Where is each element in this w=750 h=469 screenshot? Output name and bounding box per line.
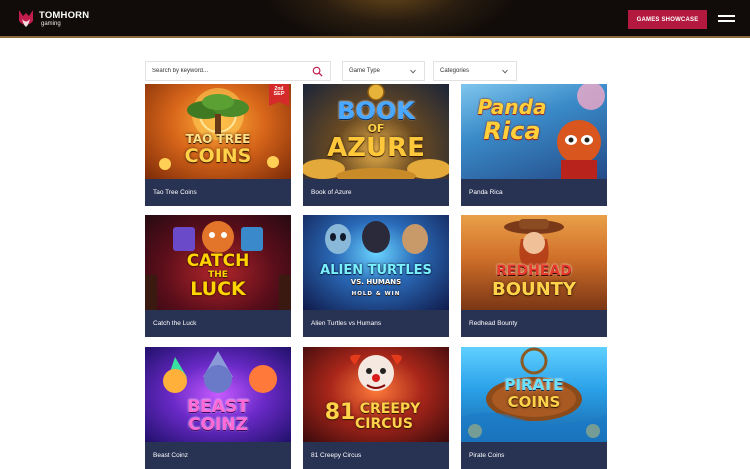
art-title-line2: Rica	[483, 117, 541, 145]
game-thumbnail: PIRATE COINS	[461, 347, 607, 442]
game-title: Alien Turtles vs Humans	[303, 310, 449, 337]
tomhorn-logo-icon	[16, 7, 36, 31]
game-thumbnail: BEAST COINZ	[145, 347, 291, 442]
site-header: TOMHORN gaming GAMES SHOWCASE	[0, 0, 750, 38]
art-title-line1: BEAST	[187, 397, 249, 417]
categories-label: Categories	[440, 68, 470, 74]
game-title: Redhead Bounty	[461, 310, 607, 337]
art-title-line1: REDHEAD	[496, 263, 572, 279]
game-thumbnail: TAO TREE COINS 2nd SEP	[145, 84, 291, 179]
game-thumbnail: 81 CREEPY CIRCUS	[303, 347, 449, 442]
search-box	[145, 61, 331, 81]
game-thumbnail: CATCH THE LUCK	[145, 215, 291, 310]
art-title-line1: BOOK	[337, 97, 415, 125]
logo-subtitle: gaming	[41, 20, 61, 27]
game-card-tao-tree-coins[interactable]: TAO TREE COINS 2nd SEP Tao Tree Coins	[145, 84, 291, 206]
art-title-line2: BOUNTY	[491, 279, 576, 300]
games-showcase-button[interactable]: GAMES SHOWCASE	[628, 10, 707, 29]
game-card-81-creepy-circus[interactable]: 81 CREEPY CIRCUS 81 Creepy Circus	[303, 347, 449, 469]
chevron-down-icon	[410, 69, 416, 74]
game-card-book-of-azure[interactable]: BOOK OF AZURE Book of Azure	[303, 84, 449, 206]
game-card-beast-coinz[interactable]: BEAST COINZ Beast Coinz	[145, 347, 291, 469]
art-title-line1: ALIEN TURTLES	[320, 263, 432, 278]
art-title-line2: COINZ	[188, 415, 248, 435]
game-title: 81 Creepy Circus	[303, 442, 449, 469]
search-icon[interactable]	[312, 66, 323, 77]
game-type-select[interactable]: Game Type	[342, 61, 425, 81]
tomhorn-logo[interactable]: TOMHORN gaming	[16, 6, 96, 32]
art-title-line1: PIRATE	[504, 376, 564, 394]
game-type-label: Game Type	[349, 68, 380, 74]
art-title-line2: VS. HUMANS	[350, 278, 402, 286]
game-card-pirate-coins[interactable]: PIRATE COINS Pirate Coins	[461, 347, 607, 469]
categories-select[interactable]: Categories	[433, 61, 517, 81]
chevron-down-icon	[502, 69, 508, 74]
game-thumbnail: ALIEN TURTLES VS. HUMANS HOLD & WIN	[303, 215, 449, 310]
game-title: Book of Azure	[303, 179, 449, 206]
art-title-line1: TAO TREE	[185, 132, 251, 146]
game-title: Tao Tree Coins	[145, 179, 291, 206]
art-title-line2: COINS	[184, 145, 252, 167]
art-title-line3: AZURE	[327, 133, 425, 163]
game-card-redhead-bounty[interactable]: REDHEAD BOUNTY Redhead Bounty	[461, 215, 607, 337]
badge-month: SEP	[273, 91, 285, 97]
game-thumbnail: REDHEAD BOUNTY	[461, 215, 607, 310]
game-thumbnail: BOOK OF AZURE	[303, 84, 449, 179]
logo-title: TOMHORN	[39, 10, 90, 22]
art-title-line3: CIRCUS	[355, 416, 413, 432]
hamburger-icon[interactable]	[718, 14, 735, 24]
game-title: Pirate Coins	[461, 442, 607, 469]
art-title-line2: COINS	[507, 393, 561, 411]
art-title-line3: LUCK	[190, 278, 246, 300]
search-input[interactable]	[146, 62, 306, 80]
game-card-alien-turtles-vs-humans[interactable]: ALIEN TURTLES VS. HUMANS HOLD & WIN Alie…	[303, 215, 449, 337]
art-title-line1: Panda	[477, 95, 547, 119]
art-title-line3: HOLD & WIN	[351, 291, 401, 297]
game-title: Catch the Luck	[145, 310, 291, 337]
art-title-line1: CATCH	[186, 251, 250, 271]
game-title: Beast Coinz	[145, 442, 291, 469]
game-thumbnail: Panda Rica	[461, 84, 607, 179]
game-card-catch-the-luck[interactable]: CATCH THE LUCK Catch the Luck	[145, 215, 291, 337]
game-title: Panda Rica	[461, 179, 607, 206]
art-title-line2: CREEPY	[359, 401, 421, 417]
game-card-panda-rica[interactable]: Panda Rica Panda Rica	[461, 84, 607, 206]
